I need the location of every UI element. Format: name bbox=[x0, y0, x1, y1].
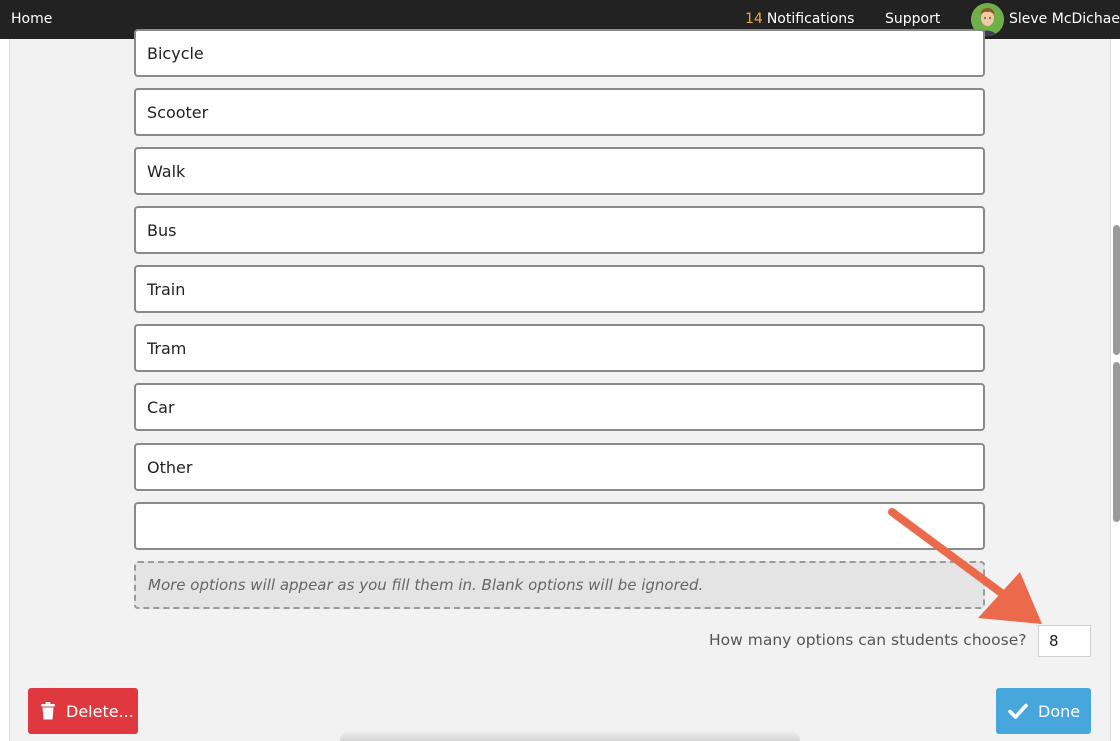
done-button[interactable]: Done bbox=[996, 688, 1091, 734]
nav-notifications-link[interactable]: 14 Notifications bbox=[745, 11, 854, 27]
done-button-label: Done bbox=[1038, 701, 1081, 721]
delete-button[interactable]: Delete... bbox=[28, 688, 138, 734]
option-input[interactable]: Bicycle bbox=[134, 29, 985, 77]
option-input[interactable]: Tram bbox=[134, 324, 985, 372]
nav-home-link[interactable]: Home bbox=[11, 11, 52, 27]
notifications-count-badge: 14 bbox=[745, 11, 763, 27]
trash-icon bbox=[41, 702, 55, 720]
check-icon bbox=[1008, 703, 1028, 719]
notifications-label: Notifications bbox=[766, 11, 855, 27]
nav-support-link[interactable]: Support bbox=[885, 11, 940, 27]
choose-count-label: How many options can students choose? bbox=[709, 631, 1027, 649]
option-input[interactable]: Bus bbox=[134, 206, 985, 254]
annotation-arrow bbox=[888, 508, 1042, 624]
scrollbar-thumb-secondary[interactable] bbox=[1113, 362, 1120, 522]
option-input[interactable]: Scooter bbox=[134, 88, 985, 136]
option-input[interactable] bbox=[134, 502, 985, 550]
nav-user-name[interactable]: Sleve McDichael bbox=[1009, 11, 1120, 27]
options-hint: More options will appear as you fill the… bbox=[134, 561, 985, 609]
option-input[interactable]: Other bbox=[134, 443, 985, 491]
delete-button-label: Delete... bbox=[66, 701, 134, 721]
bottom-shadow bbox=[340, 730, 800, 741]
option-input[interactable]: Car bbox=[134, 383, 985, 431]
option-input[interactable]: Walk bbox=[134, 147, 985, 195]
option-input[interactable]: Train bbox=[134, 265, 985, 313]
scrollbar-thumb[interactable] bbox=[1113, 225, 1120, 355]
